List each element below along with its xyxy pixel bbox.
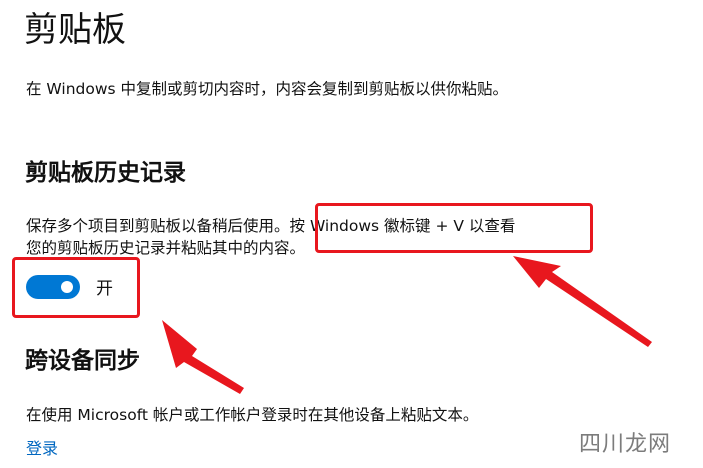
history-description-part2: 您的剪贴板历史记录并粘贴其中的内容。 xyxy=(26,239,306,257)
page-title: 剪贴板 xyxy=(24,10,126,50)
arrow-to-toggle xyxy=(162,320,244,394)
watermark: 四川龙网 xyxy=(578,432,671,457)
toggle-highlight-box xyxy=(12,257,140,318)
sync-heading: 跨设备同步 xyxy=(25,348,140,374)
clipboard-settings-page: 剪贴板 在 Windows 中复制或剪切内容时，内容会复制到剪贴板以供你粘贴。 … xyxy=(0,0,703,468)
shortcut-highlight-box xyxy=(315,203,593,253)
page-intro: 在 Windows 中复制或剪切内容时，内容会复制到剪贴板以供你粘贴。 xyxy=(26,80,509,98)
history-description-part1: 保存多个项目到剪贴板以备稍后使用。 xyxy=(26,217,290,235)
sync-description: 在使用 Microsoft 帐户或工作帐户登录时在其他设备上粘贴文本。 xyxy=(26,406,479,424)
login-link[interactable]: 登录 xyxy=(26,438,58,460)
arrow-to-shortcut xyxy=(513,256,652,347)
clipboard-history-heading: 剪贴板历史记录 xyxy=(25,160,186,186)
